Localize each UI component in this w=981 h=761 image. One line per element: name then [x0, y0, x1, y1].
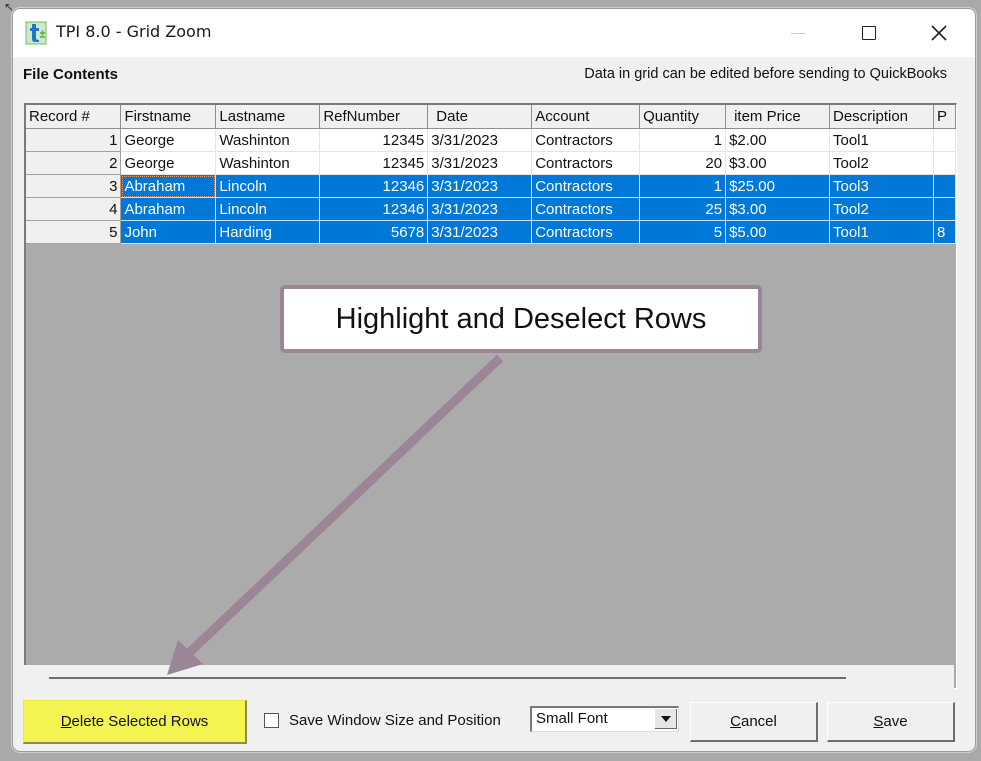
annotation-callout: Highlight and Deselect Rows	[280, 285, 762, 353]
date-cell[interactable]: 3/31/2023	[427, 174, 533, 198]
grid-table: Record # Firstname Lastname RefNumber Da…	[26, 105, 956, 244]
cancel-label: ancel	[740, 713, 777, 730]
firstname-cell[interactable]: Abraham	[120, 174, 217, 198]
firstname-cell[interactable]: George	[120, 151, 217, 175]
table-row[interactable]: 3 Abraham Lincoln 12346 3/31/2023 Contractors…	[26, 174, 956, 198]
column-header-refnumber[interactable]: RefNumber	[319, 105, 429, 129]
cancel-button[interactable]: Cancel	[690, 702, 818, 742]
file-contents-heading: File Contents	[23, 66, 119, 83]
price-cell[interactable]: $5.00	[725, 220, 830, 244]
lastname-cell[interactable]: Washinton	[215, 151, 321, 175]
font-size-value: Small Font	[536, 710, 608, 727]
save-window-checkbox[interactable]	[264, 713, 279, 728]
cancel-mnemonic: C	[730, 713, 741, 730]
delete-label: elete Selected Rows	[71, 713, 209, 730]
save-label: ave	[883, 713, 908, 730]
lastname-cell[interactable]: Lincoln	[215, 174, 321, 198]
account-cell[interactable]: Contractors	[531, 197, 641, 221]
date-cell[interactable]: 3/31/2023	[427, 128, 533, 152]
column-header-date[interactable]: Date	[427, 105, 533, 129]
lastname-cell[interactable]: Harding	[215, 220, 321, 244]
window-title: TPI 8.0 - Grid Zoom	[56, 22, 212, 41]
p-cell[interactable]	[933, 151, 956, 175]
account-cell[interactable]: Contractors	[531, 174, 641, 198]
grid-zoom-window: TPI 8.0 - Grid Zoom File Contents Data i…	[12, 8, 976, 752]
price-cell[interactable]: $2.00	[725, 128, 830, 152]
column-header-lastname[interactable]: Lastname	[215, 105, 321, 129]
save-window-option[interactable]: Save Window Size and Position	[264, 712, 501, 729]
price-cell[interactable]: $3.00	[725, 197, 830, 221]
data-grid[interactable]: Record # Firstname Lastname RefNumber Da…	[24, 103, 957, 689]
quantity-cell[interactable]: 25	[639, 197, 727, 221]
account-cell[interactable]: Contractors	[531, 220, 641, 244]
column-header-account[interactable]: Account	[531, 105, 641, 129]
chevron-down-icon	[660, 715, 671, 722]
minimize-button[interactable]	[775, 9, 821, 57]
p-cell[interactable]	[933, 174, 956, 198]
date-cell[interactable]: 3/31/2023	[427, 220, 533, 244]
description-cell[interactable]: Tool3	[829, 174, 934, 198]
date-cell[interactable]: 3/31/2023	[427, 197, 533, 221]
p-cell[interactable]: 8	[933, 220, 956, 244]
p-cell[interactable]	[933, 128, 956, 152]
refnumber-cell[interactable]: 12345	[319, 128, 429, 152]
record-cell[interactable]: 4	[26, 197, 122, 221]
record-cell[interactable]: 1	[26, 128, 122, 152]
column-header-firstname[interactable]: Firstname	[120, 105, 217, 129]
font-size-select[interactable]: Small Font	[530, 706, 679, 732]
minimize-icon	[791, 32, 805, 34]
quantity-cell[interactable]: 5	[639, 220, 727, 244]
lastname-cell[interactable]: Lincoln	[215, 197, 321, 221]
delete-selected-rows-button[interactable]: Delete Selected Rows	[23, 700, 247, 744]
maximize-button[interactable]	[846, 9, 892, 57]
close-icon	[931, 25, 947, 41]
record-cell[interactable]: 2	[26, 151, 122, 175]
column-header-quantity[interactable]: Quantity	[639, 105, 727, 129]
description-cell[interactable]: Tool1	[829, 220, 934, 244]
title-bar[interactable]: TPI 8.0 - Grid Zoom	[13, 9, 975, 57]
edit-note: Data in grid can be edited before sendin…	[584, 66, 947, 82]
lastname-cell[interactable]: Washinton	[215, 128, 321, 152]
p-cell[interactable]	[933, 197, 956, 221]
quantity-cell[interactable]: 1	[639, 128, 727, 152]
refnumber-cell[interactable]: 12345	[319, 151, 429, 175]
close-button[interactable]	[916, 9, 962, 57]
description-cell[interactable]: Tool2	[829, 151, 934, 175]
description-cell[interactable]: Tool2	[829, 197, 934, 221]
date-cell[interactable]: 3/31/2023	[427, 151, 533, 175]
grid-header-row: Record # Firstname Lastname RefNumber Da…	[26, 105, 956, 129]
table-row[interactable]: 5 John Harding 5678 3/31/2023 Contractors 5 $5.…	[26, 220, 956, 244]
save-mnemonic: S	[873, 713, 884, 730]
delete-mnemonic: D	[60, 713, 72, 730]
refnumber-cell[interactable]: 12346	[319, 174, 429, 198]
dropdown-button[interactable]	[655, 709, 677, 729]
quantity-cell[interactable]: 1	[639, 174, 727, 198]
description-cell[interactable]: Tool1	[829, 128, 934, 152]
firstname-cell[interactable]: George	[120, 128, 217, 152]
column-header-record[interactable]: Record #	[26, 105, 122, 129]
account-cell[interactable]: Contractors	[531, 151, 641, 175]
scrollbar-track[interactable]	[49, 677, 846, 679]
table-row[interactable]: 2 George Washinton 12345 3/31/2023 Contractor…	[26, 151, 956, 175]
firstname-cell[interactable]: Abraham	[120, 197, 217, 221]
column-header-description[interactable]: Description	[829, 105, 934, 129]
tpi-app-icon	[25, 21, 47, 45]
save-window-label: Save Window Size and Position	[289, 712, 501, 729]
maximize-icon	[862, 26, 876, 40]
price-cell[interactable]: $25.00	[725, 174, 830, 198]
price-cell[interactable]: $3.00	[725, 151, 830, 175]
quantity-cell[interactable]: 20	[639, 151, 727, 175]
firstname-cell[interactable]: John	[120, 220, 217, 244]
horizontal-scrollbar[interactable]	[24, 665, 954, 693]
table-row[interactable]: 1 George Washinton 12345 3/31/2023 Contractor…	[26, 128, 956, 152]
refnumber-cell[interactable]: 5678	[319, 220, 429, 244]
table-row[interactable]: 4 Abraham Lincoln 12346 3/31/2023 Contractors…	[26, 197, 956, 221]
refnumber-cell[interactable]: 12346	[319, 197, 429, 221]
record-cell[interactable]: 5	[26, 220, 122, 244]
save-button[interactable]: Save	[827, 702, 955, 742]
column-header-p[interactable]: P	[933, 105, 956, 129]
record-cell[interactable]: 3	[26, 174, 122, 198]
account-cell[interactable]: Contractors	[531, 128, 641, 152]
column-header-item-price[interactable]: item Price	[725, 105, 830, 129]
